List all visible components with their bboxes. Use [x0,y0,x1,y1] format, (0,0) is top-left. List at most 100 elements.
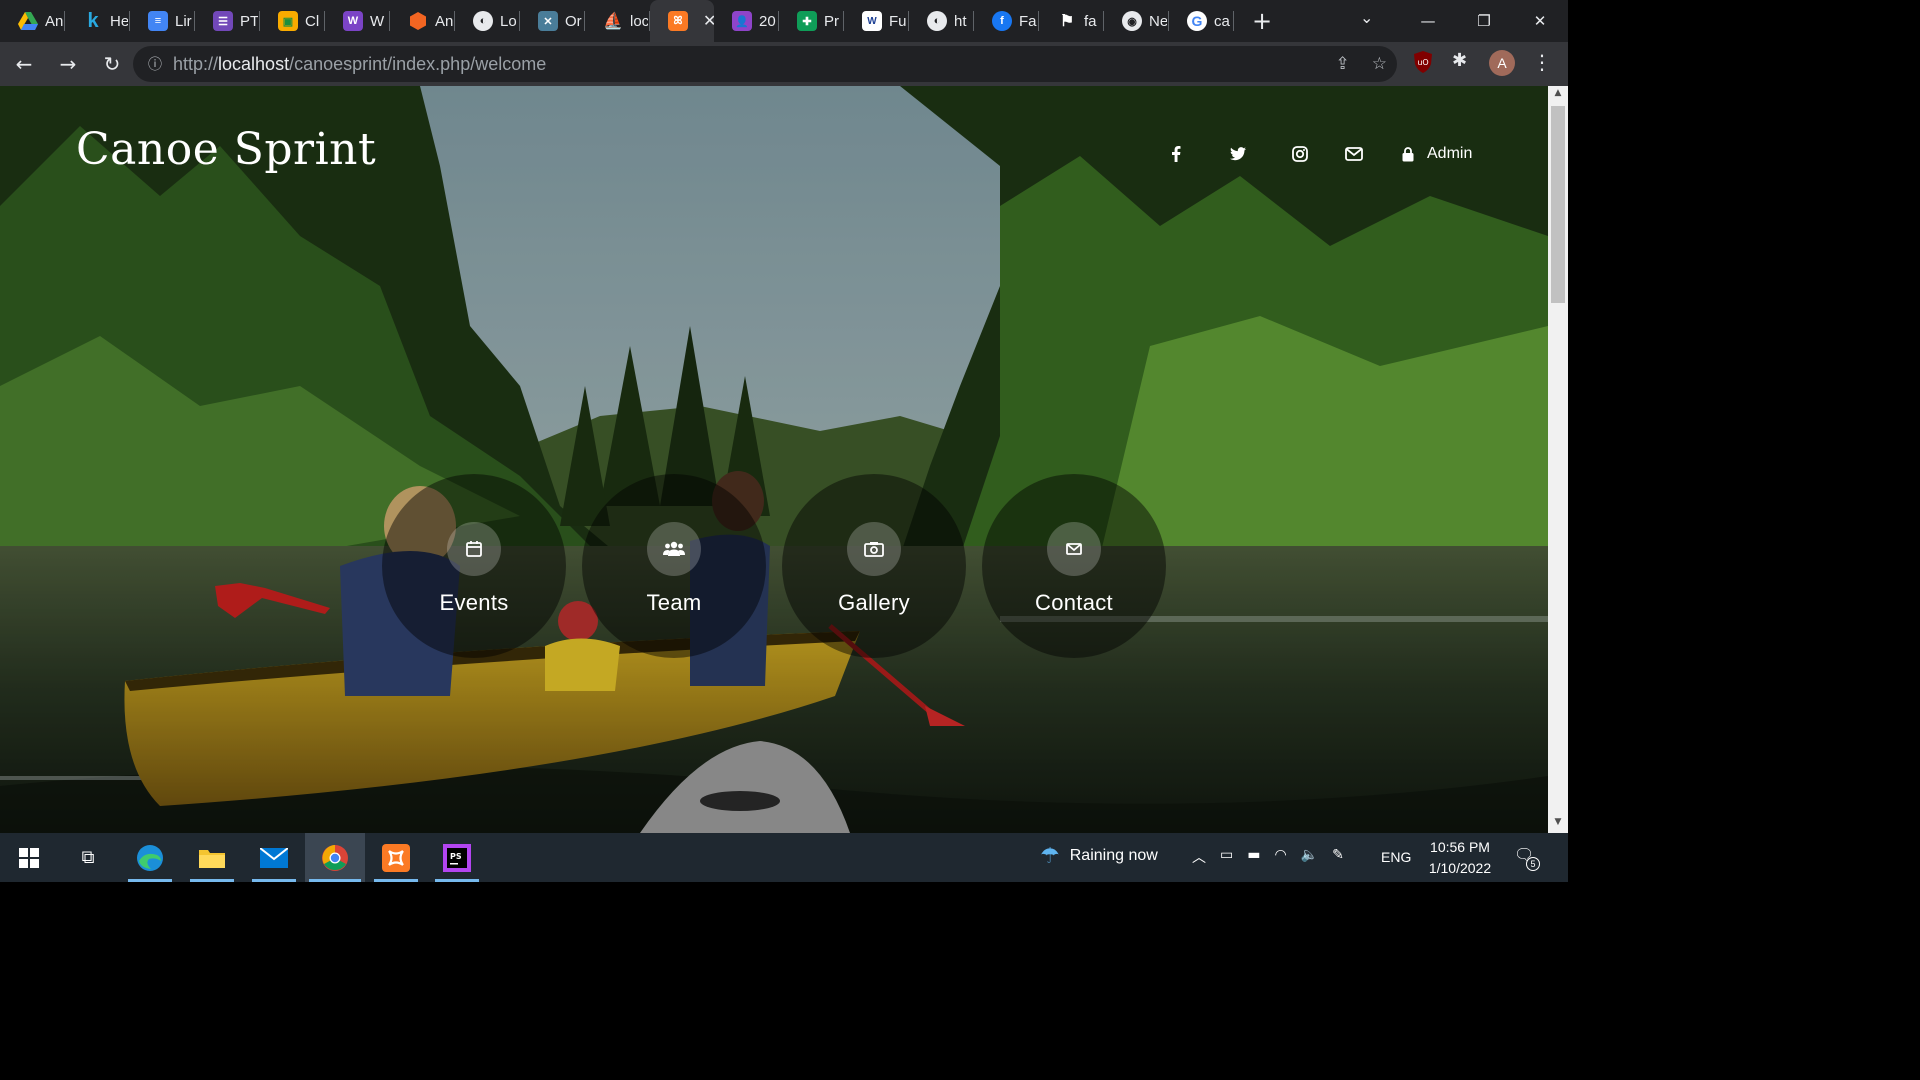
boat-icon: ⛵ [603,13,623,30]
page-scrollbar[interactable]: ▲ ▼ [1548,86,1568,833]
browser-tab[interactable]: ◐ ht [909,0,974,42]
wifi-icon[interactable]: ◠ [1274,847,1286,867]
browser-tab[interactable]: W W [325,0,390,42]
browser-tab[interactable]: W Fu [844,0,909,42]
meet-now-icon[interactable]: ▭ [1220,847,1233,867]
browser-tab[interactable]: ✚ Pr [779,0,844,42]
browser-tab[interactable]: An [0,0,65,42]
browser-tab[interactable]: ☰ PT [195,0,260,42]
restore-icon[interactable]: ❐ [1456,12,1512,30]
browser-tab[interactable]: G ca [1169,0,1234,42]
browser-tab[interactable]: k He [65,0,130,42]
lock-icon [1397,143,1419,165]
tab-title: ht [954,12,967,30]
reload-icon: ↻ [103,52,121,76]
menu-item-label: Contact [1035,590,1113,615]
instagram-icon[interactable] [1289,143,1311,165]
menu-item-events[interactable]: Events [382,474,566,658]
browser-tab[interactable]: ✕ Or [520,0,585,42]
minimize-icon[interactable]: — [1400,12,1456,30]
twitter-icon[interactable] [1227,143,1249,165]
cross-icon: ✕ [538,11,558,31]
tab-search-chevron-icon[interactable]: ⌄ [1360,8,1373,27]
tab-list: An k He ≡ Lir ☰ PT ▣ Cl W W An ◐ Lo ✕ Or… [0,0,1234,42]
clock-time: 10:56 PM [1430,839,1490,855]
language-indicator[interactable]: ENG [1381,849,1411,865]
profile-avatar[interactable]: A [1489,50,1515,76]
facebook-icon[interactable] [1165,143,1187,165]
extensions-puzzle-icon[interactable]: ✱ [1452,50,1467,71]
close-window-icon[interactable]: ✕ [1512,12,1568,30]
menu-item-gallery[interactable]: Gallery [782,474,966,658]
svg-text:PS: PS [450,852,462,861]
arrow-right-icon: → [59,52,77,76]
tab-title: Cl [305,12,320,30]
start-button[interactable] [3,833,55,882]
battery-icon[interactable]: ▬ [1247,847,1260,867]
taskbar-phpstorm[interactable]: PS [431,833,483,882]
k-icon: k [87,9,99,32]
contacts-icon: 👤 [732,11,752,31]
site-info-icon[interactable]: ⓘ [137,54,173,74]
scroll-up-arrow-icon[interactable]: ▲ [1548,88,1568,104]
xampp-icon: ꕤ [668,11,688,31]
menu-kebab-icon[interactable]: ⋮ [1532,50,1552,74]
taskbar-chrome[interactable] [305,833,365,882]
menu-item-team[interactable]: Team [582,474,766,658]
tab-title: 20 [759,12,776,30]
browser-tab[interactable]: 👤 20 [714,0,779,42]
weather-widget[interactable]: ☂ Raining now [1040,843,1158,869]
browser-tab[interactable]: ⚑ fa [1039,0,1104,42]
browser-tab-active[interactable]: ꕤ ✕ [650,0,714,42]
url-host: localhost [218,53,290,74]
taskbar-edge[interactable] [124,833,176,882]
back-button[interactable]: ← [4,44,44,84]
browser-tab[interactable]: ▣ Cl [260,0,325,42]
reload-button[interactable]: ↻ [92,44,132,84]
taskbar-mail[interactable] [248,833,300,882]
tab-title: Lir [175,12,192,30]
url-text[interactable]: http://localhost/canoesprint/index.php/w… [173,54,546,75]
admin-link[interactable]: Admin [1427,145,1472,163]
scroll-down-arrow-icon[interactable]: ▼ [1548,817,1568,833]
forward-button[interactable]: → [48,44,88,84]
camera-icon [847,522,901,576]
notification-center-button[interactable]: 🗨 5 [1514,845,1540,871]
windows-taskbar: ⧉ PS ☂ Raining now ︿ ▭ ▬ ◠ 🔈 ✎ ENG 10:56… [0,833,1568,882]
svg-text:uO: uO [1417,58,1428,67]
facebook-icon: f [992,11,1012,31]
chrome-icon: ◉ [1122,11,1142,31]
taskbar-xampp[interactable] [370,833,422,882]
tab-title: An [435,12,453,30]
browser-toolbar: ← → ↻ ⓘ http://localhost/canoesprint/ind… [0,42,1568,86]
share-icon[interactable]: ⇪ [1336,54,1350,74]
close-tab-icon[interactable]: ✕ [703,11,714,31]
task-view-button[interactable]: ⧉ [62,833,114,882]
clock[interactable]: 10:56 PM 1/10/2022 [1420,837,1500,879]
clock-date: 1/10/2022 [1428,860,1492,876]
browser-tab[interactable]: f Fa [974,0,1039,42]
google-drive-icon [18,11,38,31]
bookmark-star-icon[interactable]: ☆ [1372,54,1387,74]
omnibox-actions: ⇪ ☆ [1336,54,1388,74]
show-hidden-icons-chevron-icon[interactable]: ︿ [1192,847,1206,867]
page-viewport: Canoe Sprint Admin Events Team Gallery C… [0,86,1548,833]
email-icon[interactable] [1343,143,1365,165]
tab-title: PT [240,12,258,30]
pen-icon[interactable]: ✎ [1332,847,1344,867]
browser-tab[interactable]: ◐ Lo [455,0,520,42]
ublock-extension-icon[interactable]: uO [1412,50,1434,74]
site-title[interactable]: Canoe Sprint [76,124,376,175]
tab-title: Pr [824,12,839,30]
tab-title: W [370,12,385,30]
address-bar[interactable]: ⓘ http://localhost/canoesprint/index.php… [133,46,1397,82]
browser-tab[interactable]: ≡ Lir [130,0,195,42]
menu-item-contact[interactable]: Contact [982,474,1166,658]
browser-tab[interactable]: An [390,0,455,42]
browser-tab[interactable]: ⛵ loc [585,0,650,42]
taskbar-file-explorer[interactable] [186,833,238,882]
volume-icon[interactable]: 🔈 [1301,847,1318,867]
browser-tab[interactable]: ◉ Ne [1104,0,1169,42]
scrollbar-thumb[interactable] [1551,106,1565,303]
new-tab-button[interactable]: + [1240,0,1284,42]
